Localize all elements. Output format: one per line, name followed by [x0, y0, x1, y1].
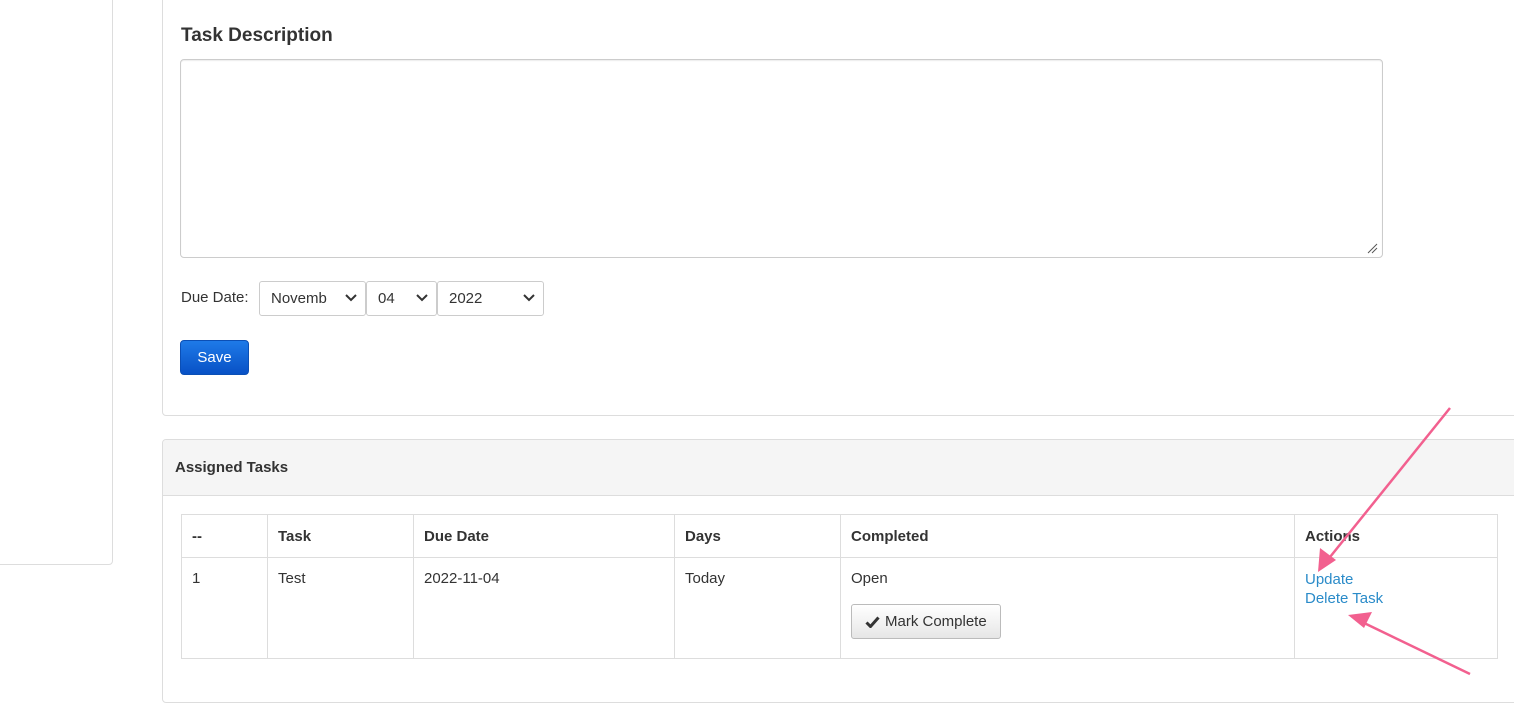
column-header-index: -- [181, 514, 268, 558]
column-header-days: Days [674, 514, 841, 558]
cell-actions: Update Delete Task [1294, 557, 1498, 659]
column-header-actions: Actions [1294, 514, 1498, 558]
assigned-tasks-heading: Assigned Tasks [163, 440, 1514, 496]
cell-index: 1 [181, 557, 268, 659]
column-header-task: Task [267, 514, 414, 558]
due-date-label: Due Date: [181, 289, 249, 306]
cell-due-date: 2022-11-04 [413, 557, 675, 659]
cell-days: Today [674, 557, 841, 659]
sidebar-panel [0, 0, 113, 565]
mark-complete-label: Mark Complete [885, 613, 987, 630]
due-day-value: 04 [378, 290, 395, 307]
delete-task-link[interactable]: Delete Task [1305, 589, 1497, 608]
chevron-down-icon [345, 294, 357, 302]
column-header-due-date: Due Date [413, 514, 675, 558]
due-month-value: Novemb [271, 290, 327, 307]
completed-status: Open [851, 570, 888, 587]
due-day-select[interactable]: 04 [366, 281, 437, 316]
task-description-label: Task Description [181, 25, 333, 46]
due-year-select[interactable]: 2022 [437, 281, 544, 316]
chevron-down-icon [416, 294, 428, 302]
assigned-tasks-title: Assigned Tasks [175, 459, 289, 476]
table-header-row: -- Task Due Date Days Completed Actions [181, 514, 1498, 558]
check-icon [865, 616, 880, 628]
chevron-down-icon [523, 294, 535, 302]
assigned-tasks-table: -- Task Due Date Days Completed Actions … [181, 514, 1498, 659]
due-year-value: 2022 [449, 290, 483, 307]
update-link[interactable]: Update [1305, 570, 1497, 589]
save-button[interactable]: Save [180, 340, 249, 375]
column-header-completed: Completed [840, 514, 1295, 558]
due-month-select[interactable]: Novemb [259, 281, 366, 316]
cell-task: Test [267, 557, 414, 659]
task-description-textarea[interactable] [180, 59, 1383, 258]
page: Task Description Due Date: Novemb 04 202… [0, 0, 1514, 724]
table-row: 1 Test 2022-11-04 Today Open Mark Comple… [181, 557, 1498, 659]
cell-completed: Open Mark Complete [840, 557, 1295, 659]
resize-grip-icon[interactable] [1367, 243, 1378, 254]
mark-complete-button[interactable]: Mark Complete [851, 604, 1001, 639]
